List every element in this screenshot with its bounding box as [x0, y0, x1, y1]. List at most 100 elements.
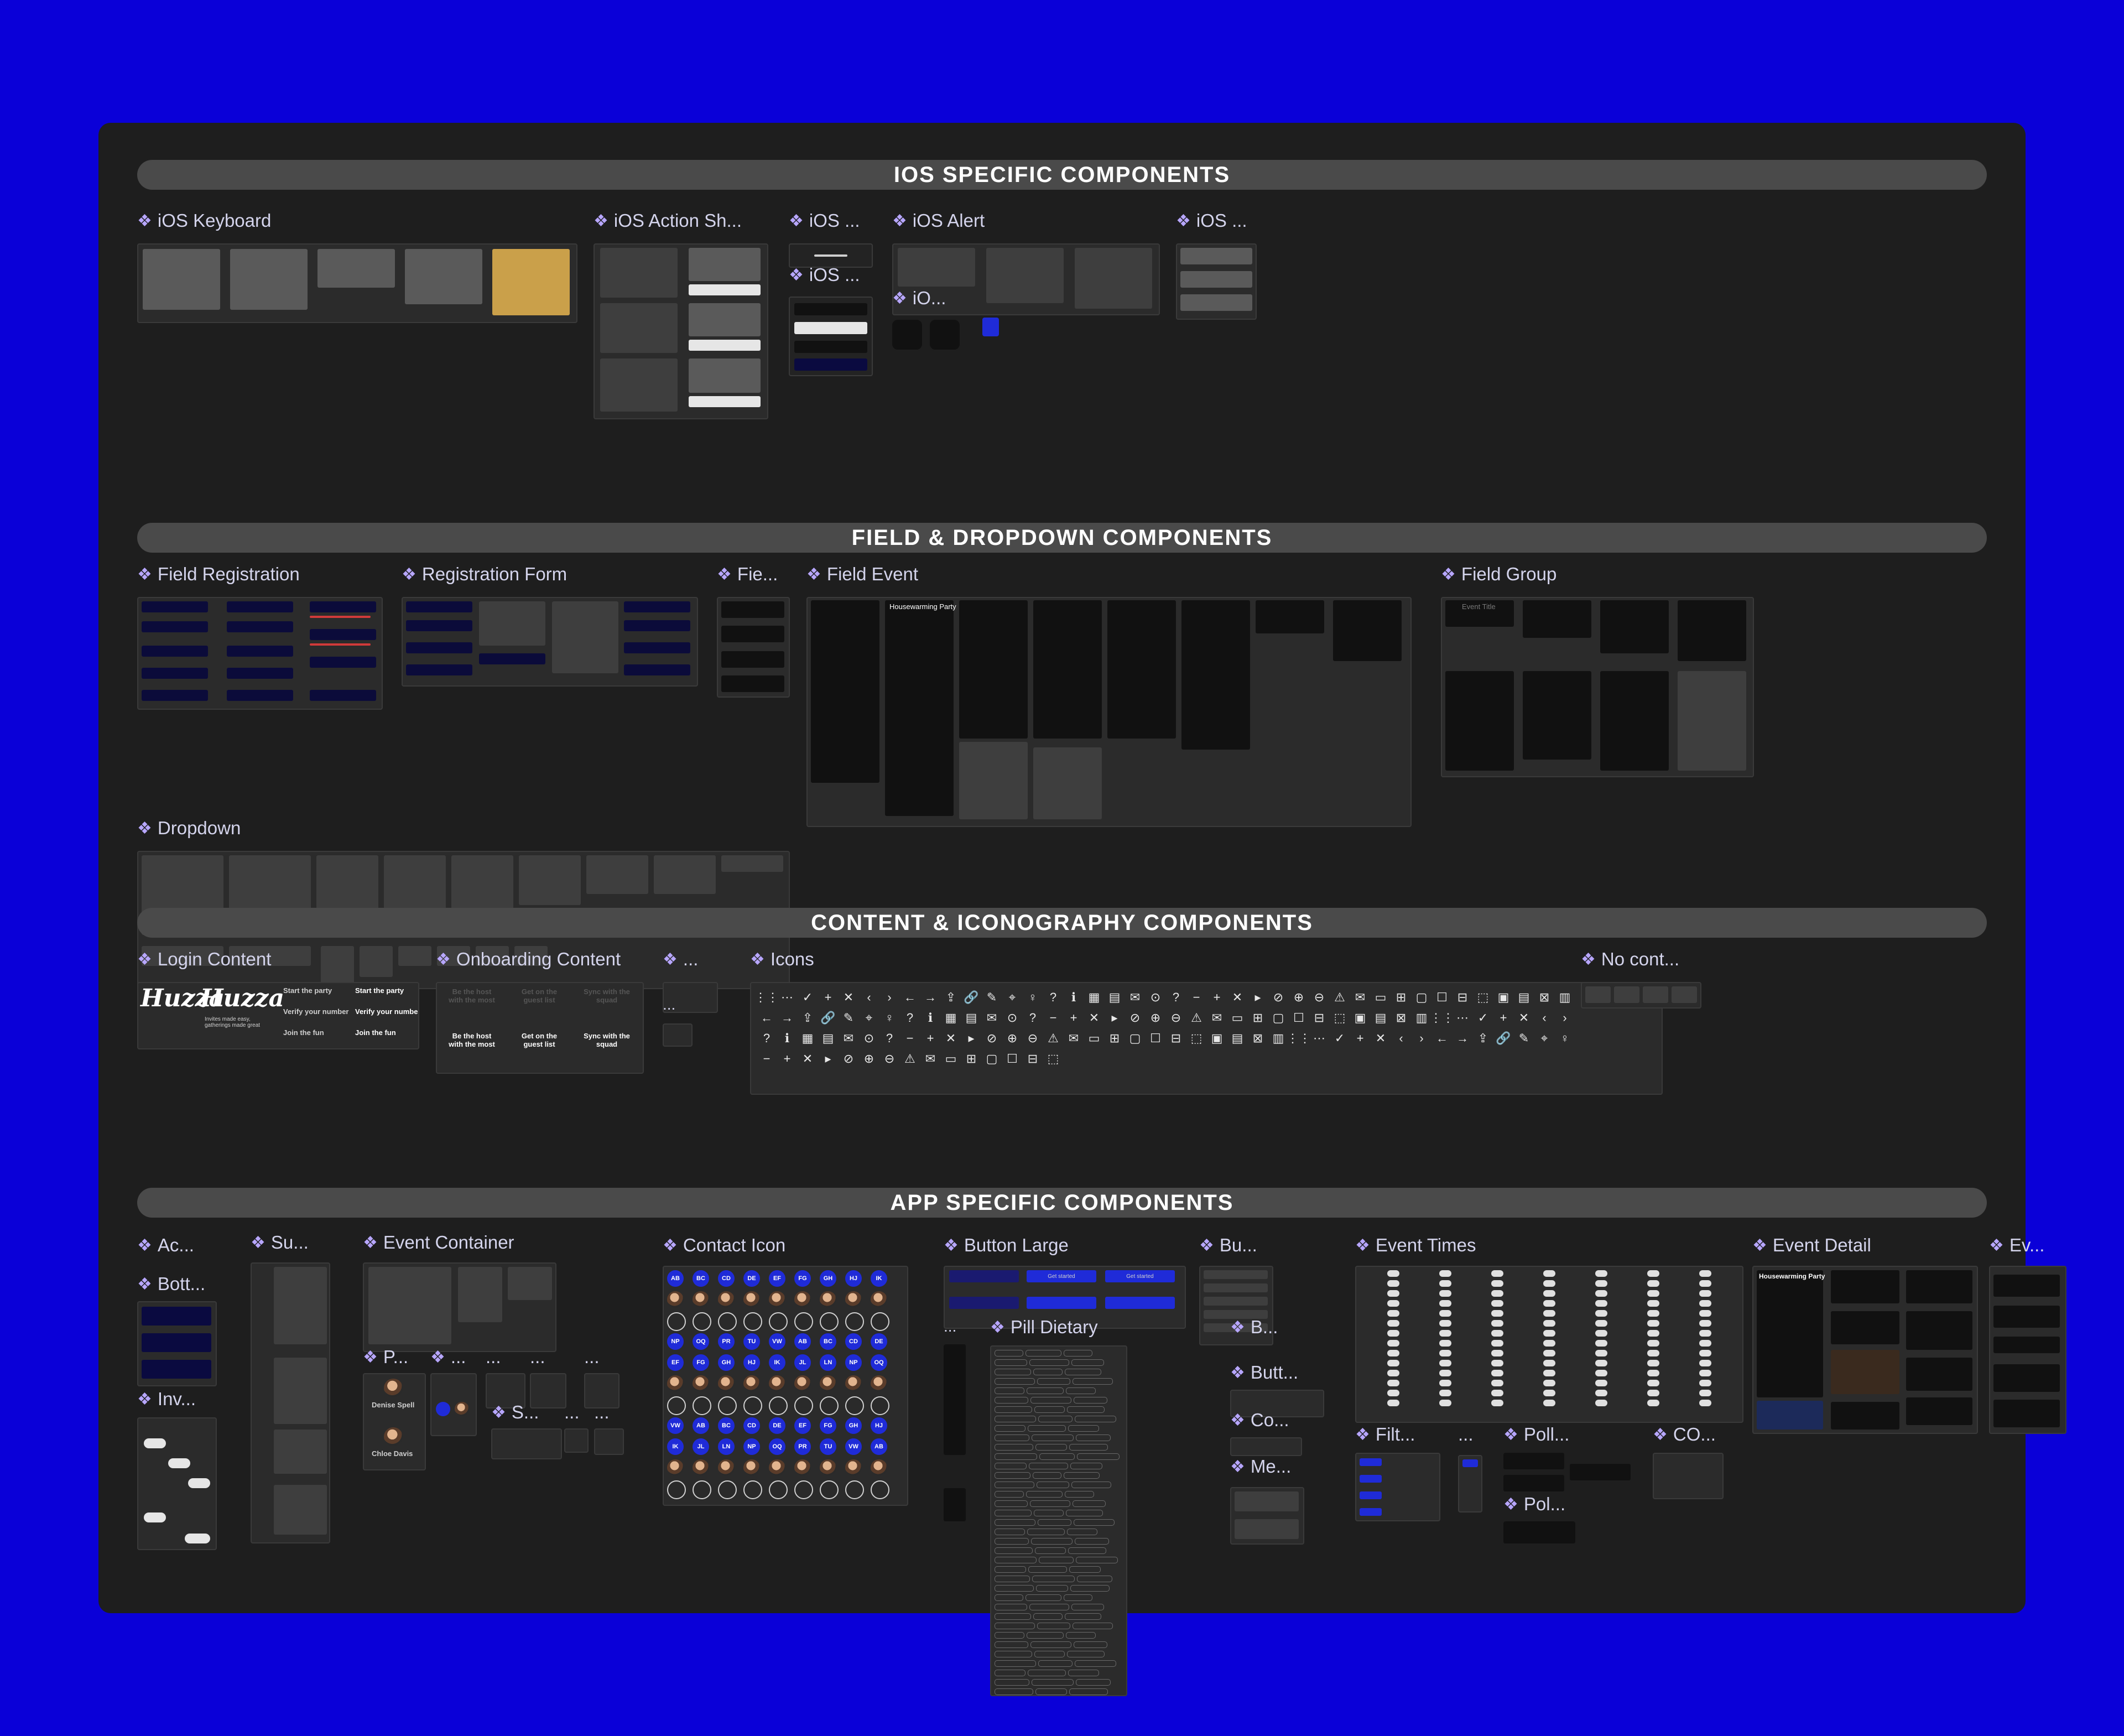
toggle-knob: [1387, 1320, 1399, 1327]
frame-label-event-detail[interactable]: ❖ Event Detail: [1752, 1235, 1871, 1256]
field-registration-frame[interactable]: [137, 597, 383, 710]
input-field: [142, 690, 208, 701]
frame-label-dots9[interactable]: ...: [1458, 1424, 1474, 1445]
event-detail-frame[interactable]: Housewarming Party: [1752, 1266, 1978, 1434]
frame-label-ios-keyboard[interactable]: ❖ iOS Keyboard: [137, 210, 271, 231]
frame-label-dots6[interactable]: ...: [594, 1402, 610, 1423]
frame-label-b[interactable]: ❖ B...: [1230, 1317, 1278, 1338]
frame-label-ev[interactable]: ❖ Ev...: [1989, 1235, 2044, 1256]
frame-label-me[interactable]: ❖ Me...: [1230, 1456, 1291, 1477]
frame-label-inv[interactable]: ❖ Inv...: [137, 1389, 196, 1410]
frame-label-onboarding-content[interactable]: ❖ Onboarding Content: [436, 949, 621, 970]
frame-label-ios-2[interactable]: ❖ iOS ...: [789, 264, 860, 285]
ios-status-bar-frame[interactable]: [789, 297, 873, 376]
frame-label-dots3[interactable]: ...: [530, 1347, 545, 1368]
otp-field-frame[interactable]: [717, 597, 790, 698]
toggle-knob: [1699, 1340, 1711, 1347]
dietary-pill: [1073, 1500, 1106, 1507]
contact-icon-frame[interactable]: AB BC CD DE EF FG GH HJ IK NP OQ PR TU VW AB BC CD DE EF FG…: [663, 1266, 908, 1506]
field-group-frame[interactable]: Event Title: [1441, 597, 1754, 777]
no-content-frame[interactable]: [1581, 982, 1701, 1009]
frame-label-dots4[interactable]: ...: [584, 1347, 600, 1368]
pill-row: [995, 1472, 1120, 1479]
response-pill: [188, 1478, 210, 1488]
icons-frame[interactable]: ⋮⋮ ⋯ ✓ + ✕ ‹ › ← → ⇪ 🔗 ✎ ⌖ ♀? ℹ ▦ ▤ ✉ ⊙? − + ✕ ▸ ⊘ ⊕ ⊖ ⚠ ✉ ▭ ⊞ ▢ ☐ ⊟ ⬚ ▣ ▤ ⊠…: [750, 982, 1663, 1095]
frame-label-dots1[interactable]: ❖...: [430, 1347, 466, 1368]
event-container-frame[interactable]: [363, 1262, 556, 1352]
label-text: ...: [564, 1402, 580, 1422]
frame-label-p[interactable]: ❖ P...: [363, 1347, 408, 1368]
frame-label-fie[interactable]: ❖ Fie...: [717, 564, 778, 585]
misc-frame[interactable]: [491, 1428, 562, 1459]
bottom-nav-frame[interactable]: [137, 1301, 217, 1386]
frame-label-dots5[interactable]: ...: [564, 1402, 580, 1423]
label-text: Poll...: [1523, 1424, 1570, 1444]
frame-label-ellipsis-2[interactable]: ...: [663, 996, 675, 1013]
frame-label-no-content[interactable]: ❖ No cont...: [1581, 949, 1679, 970]
frame-label-button-large[interactable]: ❖ Button Large: [944, 1235, 1069, 1256]
ios-keyboard-frame[interactable]: [137, 243, 577, 323]
ios-notification-frame[interactable]: [1176, 243, 1257, 320]
frame-label-contact-icon[interactable]: ❖ Contact Icon: [663, 1235, 785, 1256]
time-toggle: [1516, 1400, 1555, 1406]
frame-label-dots2[interactable]: ...: [486, 1347, 501, 1368]
filter-frame[interactable]: [1355, 1453, 1440, 1521]
pill-row: [995, 1585, 1120, 1592]
pill-dietary-frame[interactable]: [990, 1345, 1127, 1696]
frame-label-event-times[interactable]: ❖ Event Times: [1355, 1235, 1476, 1256]
content-misc-frame[interactable]: [663, 1023, 693, 1047]
frame-label-butt[interactable]: ❖ Butt...: [1230, 1362, 1298, 1383]
frame-label-ac[interactable]: ❖ Ac...: [137, 1235, 194, 1256]
ios-action-sheet-frame[interactable]: [594, 243, 768, 419]
frame-label-poll-1[interactable]: ❖ Poll...: [1503, 1424, 1569, 1445]
frame-label-dots7[interactable]: ...: [944, 1318, 956, 1335]
frame-label-bott[interactable]: ❖ Bott...: [137, 1274, 205, 1295]
field-event-frame[interactable]: Housewarming Party: [806, 597, 1412, 827]
misc-frame[interactable]: [564, 1428, 589, 1453]
frame-label-ios-action-sheet[interactable]: ❖ iOS Action Sh...: [594, 210, 742, 231]
time-toggle: [1412, 1300, 1451, 1307]
frame-label-ios-1[interactable]: ❖ iOS ...: [789, 210, 860, 231]
co-frame[interactable]: [1230, 1437, 1302, 1456]
frame-label-ios-3[interactable]: ❖ iOS ...: [1176, 210, 1247, 231]
small-button: [1204, 1297, 1268, 1306]
event-feed-frame[interactable]: [1989, 1266, 2066, 1434]
event-times-frame[interactable]: [1355, 1266, 1743, 1423]
frame-label-s[interactable]: ❖ S...: [491, 1402, 539, 1423]
frame-label-io[interactable]: ❖ iO...: [892, 288, 946, 309]
frame-label-dropdown[interactable]: ❖ Dropdown: [137, 818, 241, 839]
frame-label-registration-form[interactable]: ❖ Registration Form: [402, 564, 567, 585]
frame-label-bu[interactable]: ❖ Bu...: [1199, 1235, 1257, 1256]
frame-label-login-content[interactable]: ❖ Login Content: [137, 949, 271, 970]
frame-label-ellipsis[interactable]: ❖...: [663, 949, 698, 970]
frame-label-ios-alert[interactable]: ❖ iOS Alert: [892, 210, 985, 231]
person-frame[interactable]: Denise Spell Chloe Davis: [363, 1373, 426, 1470]
frame-label-field-event[interactable]: ❖ Field Event: [806, 564, 918, 585]
misc-frame[interactable]: [594, 1428, 624, 1455]
suggestions-frame[interactable]: [251, 1262, 330, 1543]
frame-label-field-registration[interactable]: ❖ Field Registration: [137, 564, 300, 585]
frame-label-filt[interactable]: ❖ Filt...: [1355, 1424, 1415, 1445]
poll-frame-2[interactable]: [1503, 1521, 1575, 1555]
frame-label-icons[interactable]: ❖ Icons: [750, 949, 814, 970]
time-toggle: [1516, 1350, 1555, 1356]
frame-label-co[interactable]: ❖ Co...: [1230, 1410, 1289, 1431]
registration-form-frame[interactable]: [402, 597, 698, 687]
frame-label-co2[interactable]: ❖ CO...: [1653, 1424, 1716, 1445]
frame-label-field-group[interactable]: ❖ Field Group: [1441, 564, 1556, 585]
message-frame[interactable]: [1230, 1487, 1304, 1545]
login-content-frame[interactable]: Huzza Huzza Invites made easy, gathering…: [137, 982, 419, 1049]
frame-label-event-container[interactable]: ❖ Event Container: [363, 1232, 514, 1253]
frame-label-poll-2[interactable]: ❖ Pol...: [1503, 1494, 1565, 1515]
ios-icon-buttons[interactable]: [892, 316, 981, 353]
toggle-knob: [1491, 1310, 1503, 1317]
onboarding-content-frame[interactable]: Be the host with the most Get on the gue…: [436, 982, 644, 1074]
co-frame-2[interactable]: [1653, 1453, 1724, 1499]
dietary-pill: [1028, 1425, 1066, 1432]
filter-toggle-frame[interactable]: [1458, 1455, 1482, 1512]
frame-label-su[interactable]: ❖ Su...: [251, 1232, 309, 1253]
invite-response-frame[interactable]: [137, 1417, 217, 1550]
toggle-knob: [1543, 1380, 1555, 1386]
misc-frame[interactable]: [430, 1373, 477, 1436]
frame-label-pill-dietary[interactable]: ❖ Pill Dietary: [990, 1317, 1098, 1338]
